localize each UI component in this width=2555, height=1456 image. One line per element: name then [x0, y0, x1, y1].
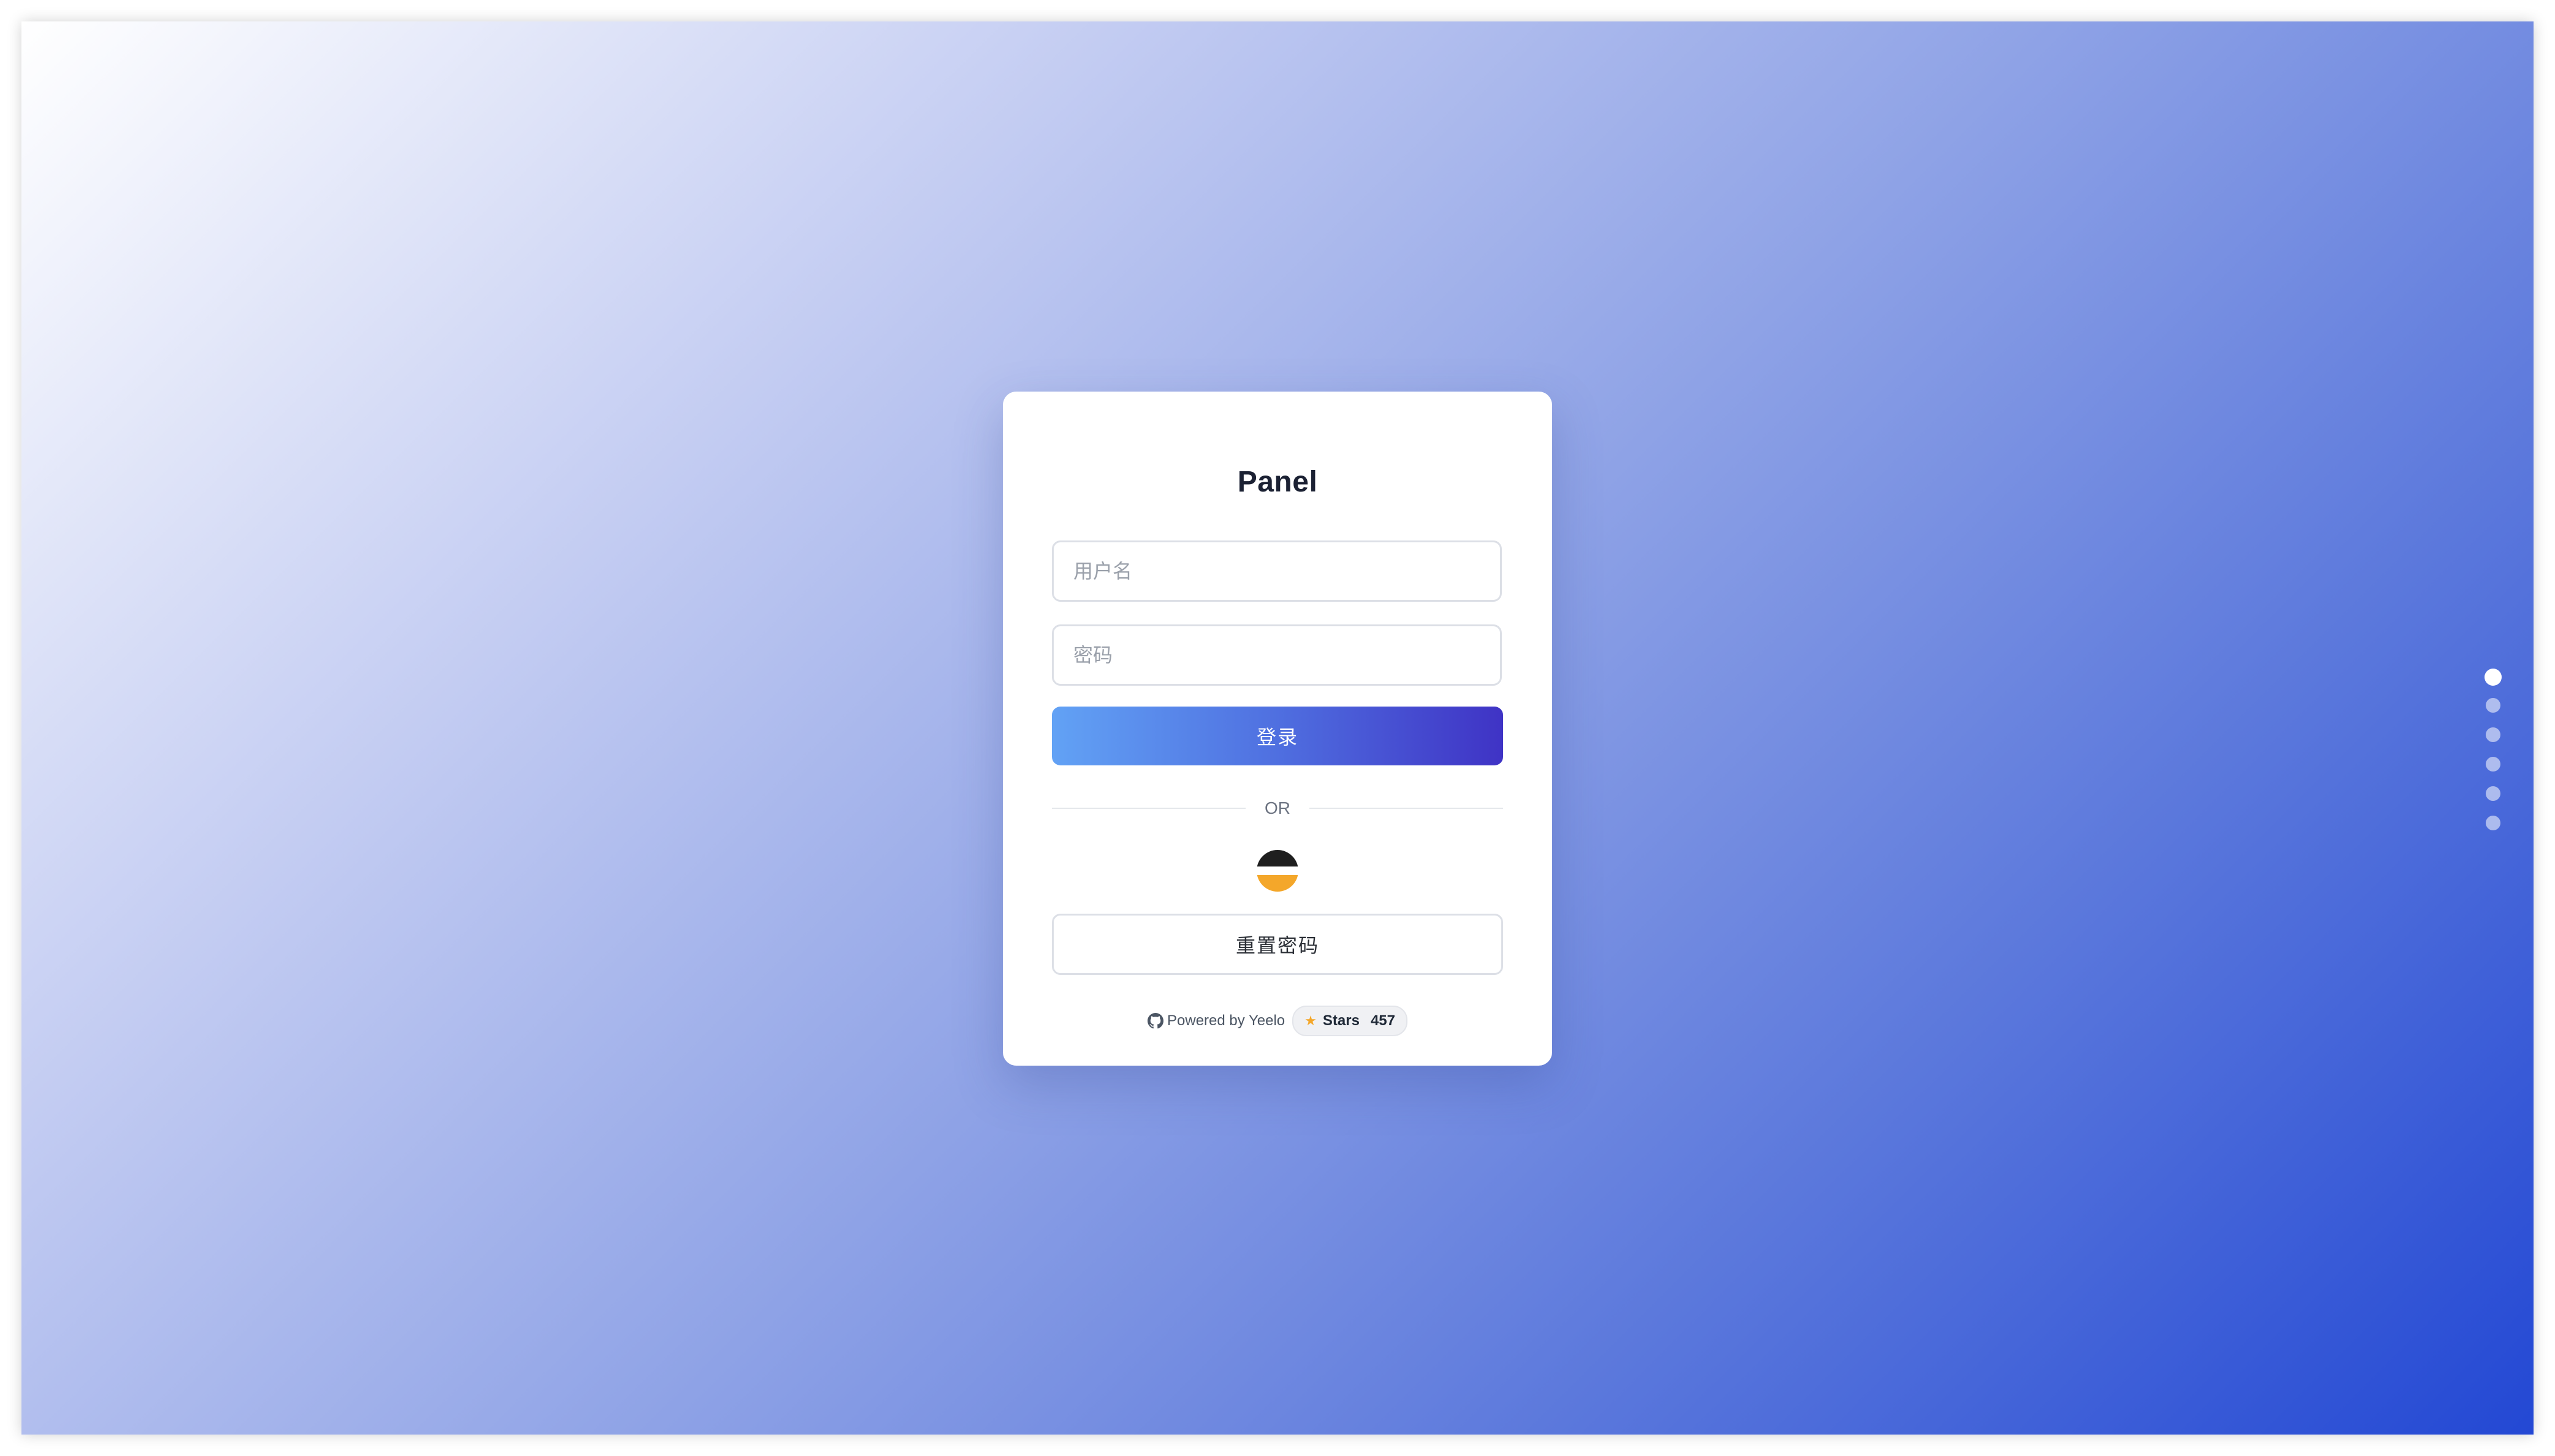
login-card: Panel 登录 OR 重置密码 Powered by Yeelo ★ Star…	[1003, 392, 1552, 1066]
divider-line-right	[1309, 808, 1503, 809]
github-stars-badge[interactable]: ★ Stars 457	[1292, 1006, 1407, 1036]
pagination-dot[interactable]	[2485, 669, 2502, 686]
password-input[interactable]	[1052, 624, 1502, 686]
login-button[interactable]: 登录	[1052, 707, 1503, 765]
reset-password-button[interactable]: 重置密码	[1052, 914, 1503, 975]
or-divider: OR	[1052, 796, 1503, 821]
pagination-dot[interactable]	[2486, 816, 2500, 830]
username-input[interactable]	[1052, 540, 1502, 602]
powered-by-link[interactable]: Powered by Yeelo	[1148, 1012, 1285, 1029]
stars-label: Stars	[1322, 1012, 1360, 1029]
star-icon: ★	[1304, 1013, 1317, 1028]
oauth-provider-icon[interactable]	[1257, 850, 1298, 892]
page-title: Panel	[1237, 466, 1318, 498]
github-icon	[1148, 1013, 1163, 1029]
background: Panel 登录 OR 重置密码 Powered by Yeelo ★ Star…	[21, 21, 2534, 1435]
footer: Powered by Yeelo ★ Stars 457	[1003, 1006, 1552, 1036]
pagination-dot[interactable]	[2486, 698, 2500, 713]
pagination-dot[interactable]	[2486, 757, 2500, 772]
powered-by-text: Powered by Yeelo	[1167, 1012, 1285, 1029]
stars-count: 457	[1370, 1012, 1395, 1029]
pagination-dot[interactable]	[2486, 786, 2500, 801]
pagination-dot[interactable]	[2486, 727, 2500, 742]
